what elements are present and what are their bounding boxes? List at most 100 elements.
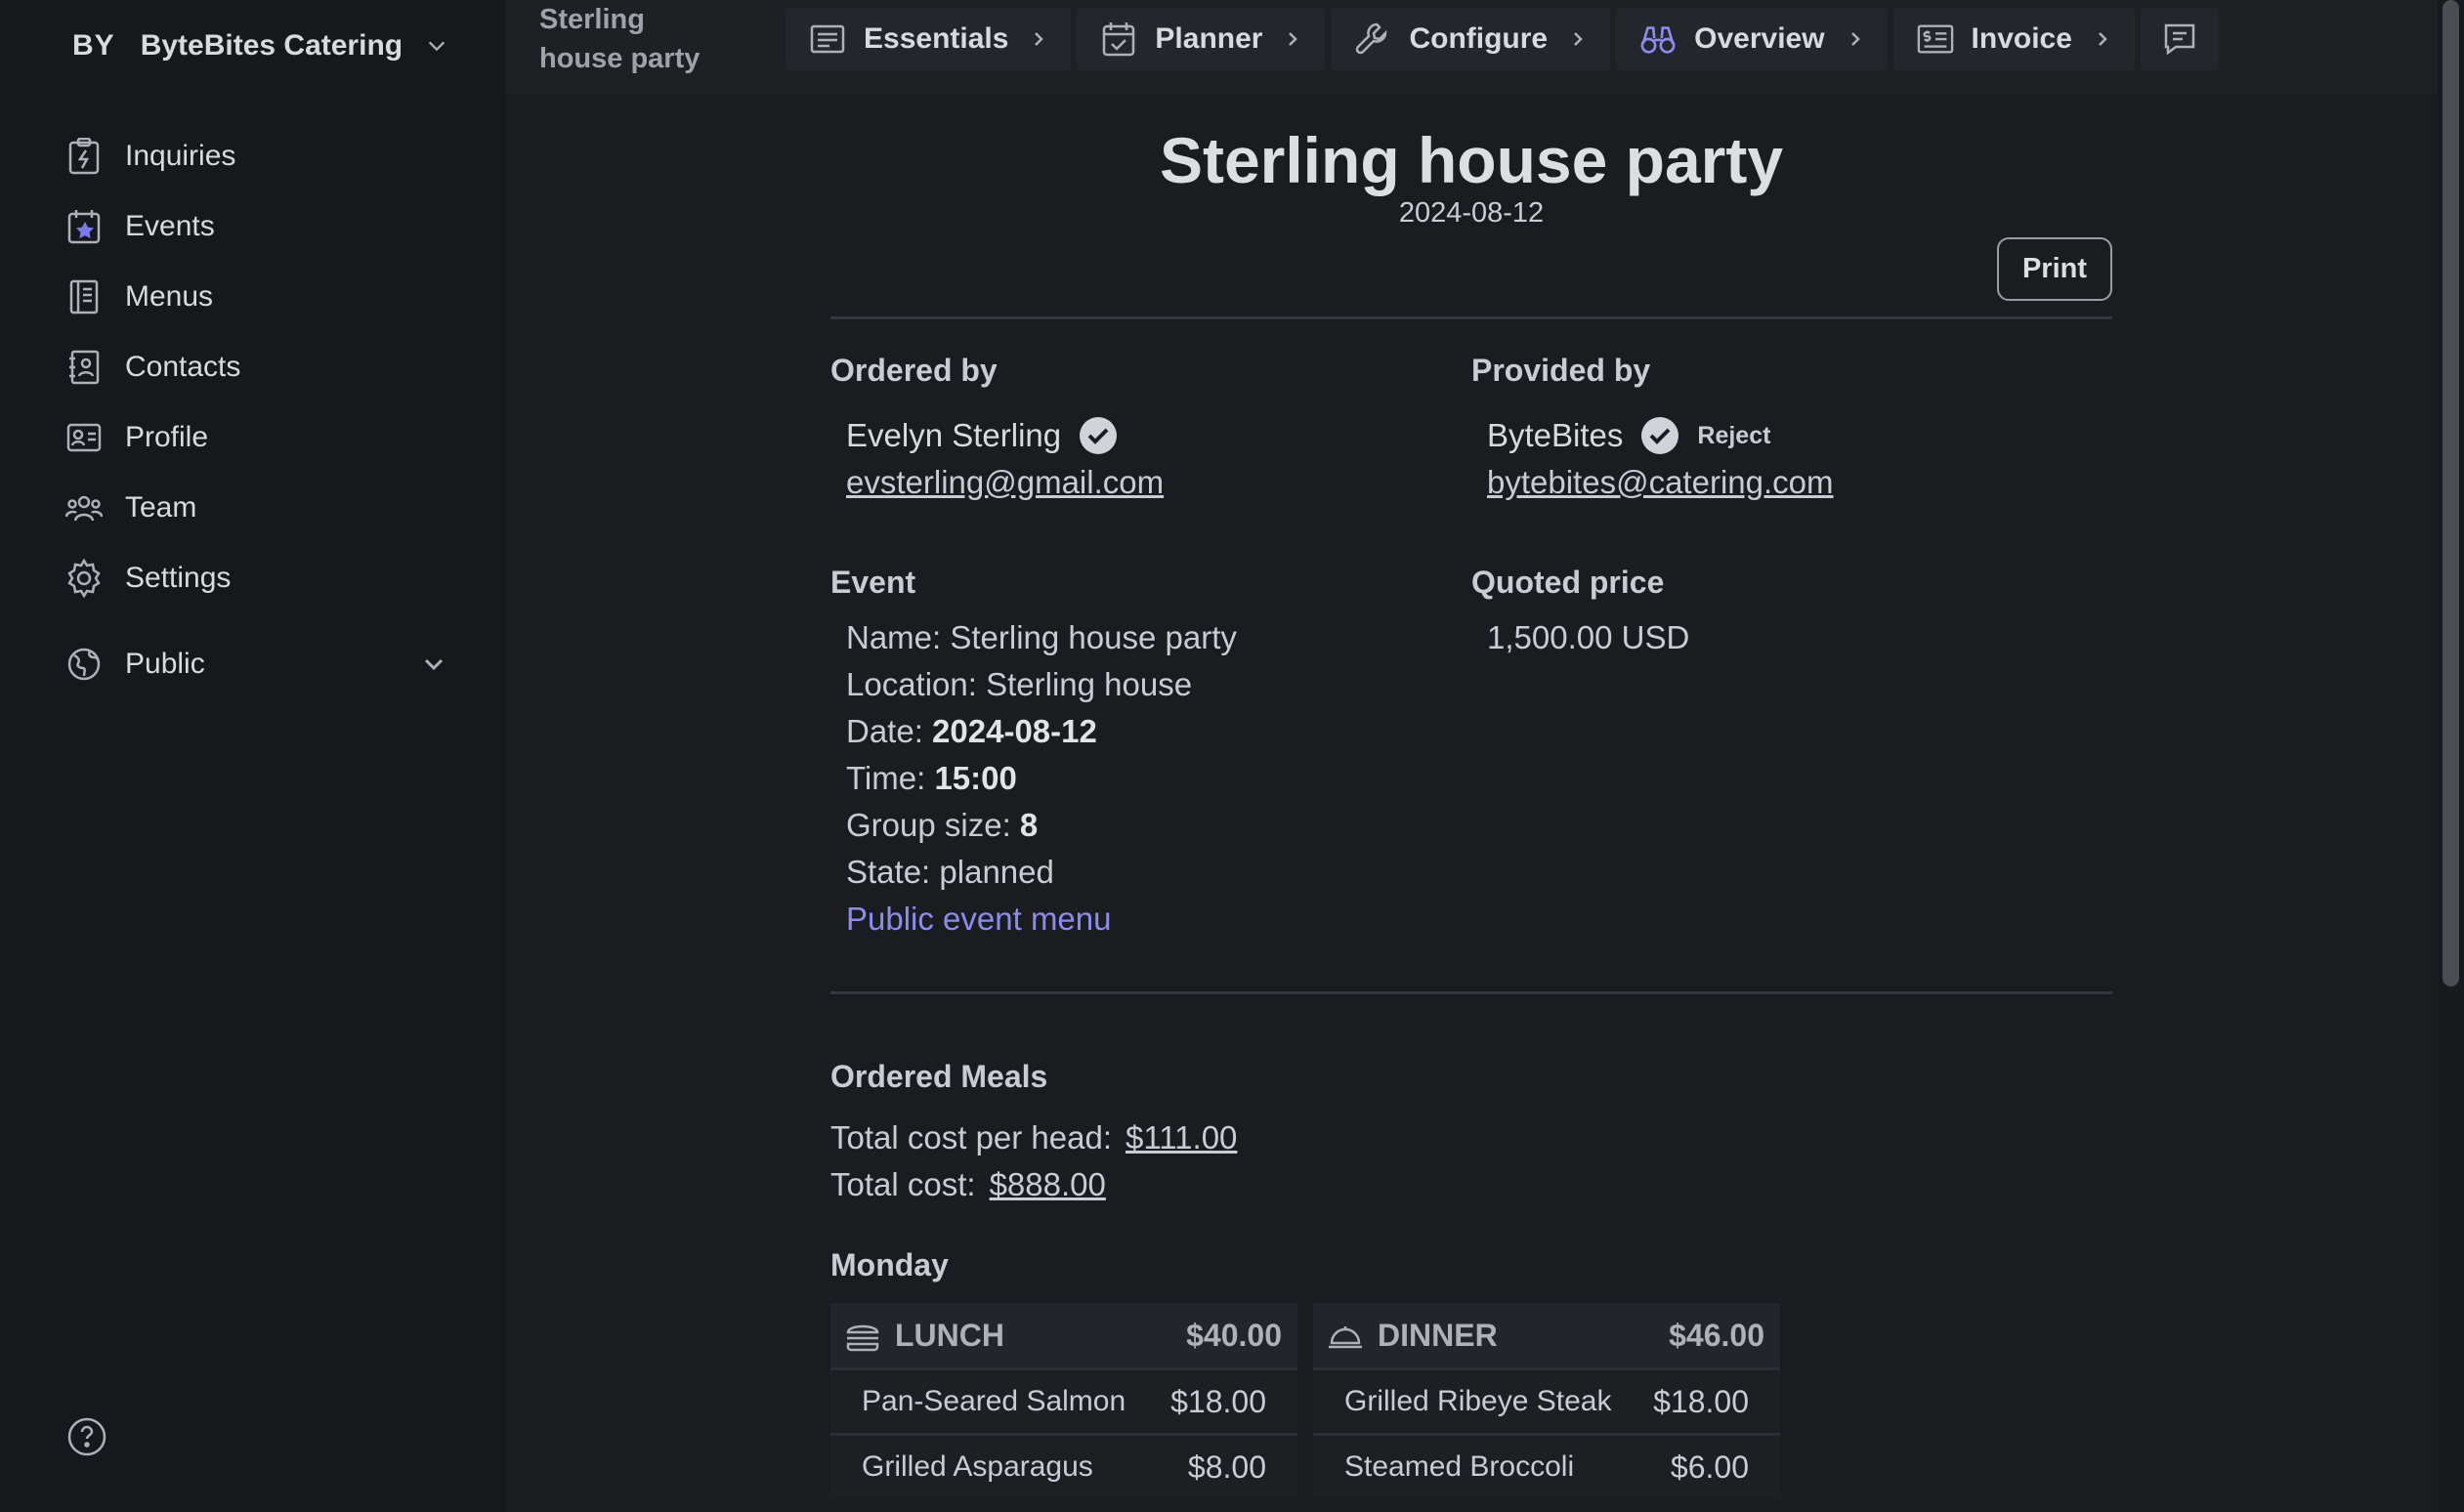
print-button[interactable]: Print (1996, 237, 2112, 301)
tab-label: Invoice (1971, 22, 2072, 55)
verified-check-icon (1641, 417, 1679, 454)
invoice-icon (1917, 21, 1954, 58)
event-date-row: Date: 2024-08-12 (846, 713, 1097, 749)
provided-by-label: Provided by (1471, 353, 1651, 388)
meal-label: DINNER (1378, 1317, 1498, 1353)
sidebar-item-events[interactable]: Events (64, 191, 446, 262)
gear-icon (64, 559, 104, 598)
sidebar-item-label: Menus (125, 280, 214, 313)
chevron-right-icon (1574, 32, 1583, 46)
top-bar: Sterling house party Essentials Planner … (506, 0, 2438, 94)
tab-overview[interactable]: Overview (1616, 8, 1888, 70)
sidebar-item-contacts[interactable]: Contacts (64, 332, 446, 402)
cost-per-head-value[interactable]: $111.00 (1126, 1119, 1237, 1155)
sidebar-item-team[interactable]: Team (64, 473, 446, 543)
sidebar-item-label: Public (125, 648, 205, 680)
list-item: Steamed Broccoli $6.00 (1313, 1433, 1780, 1498)
meal-card-dinner: DINNER $46.00 Grilled Ribeye Steak $18.00… (1313, 1303, 1780, 1498)
breadcrumb[interactable]: Sterling house party (539, 0, 735, 78)
event-label: Event (830, 565, 916, 600)
sidebar-item-menus[interactable]: Menus (64, 262, 446, 332)
contacts-icon (64, 348, 104, 387)
globe-icon (64, 645, 104, 684)
ordered-meals-title: Ordered Meals (830, 1059, 1048, 1094)
tab-essentials[interactable]: Essentials (786, 8, 1072, 70)
orderer-name: Evelyn Sterling (846, 417, 1062, 453)
page-subtitle-date: 2024-08-12 (1398, 197, 1545, 229)
binoculars-icon (1639, 21, 1677, 58)
page-title: Sterling house party (1159, 124, 1784, 196)
sidebar-item-settings[interactable]: Settings (64, 543, 446, 613)
provider-email-link[interactable]: bytebites@catering.com (1487, 459, 2112, 506)
event-group-size-row: Group size: 8 (846, 807, 1039, 843)
divider (830, 316, 2112, 319)
reject-button[interactable]: Reject (1697, 412, 1770, 459)
meal-totals: Total cost per head: $111.00 Total cost: $… (830, 1114, 2112, 1208)
sidebar: BY ByteBites Catering Inquiries Events M… (0, 0, 506, 1512)
meal-card-lunch: LUNCH $40.00 Pan-Seared Salmon $18.00 Gri… (830, 1303, 1297, 1498)
quoted-price-label: Quoted price (1471, 565, 1665, 600)
org-abbr: BY (72, 29, 115, 62)
sidebar-item-label: Profile (125, 421, 209, 453)
book-icon (64, 277, 104, 316)
sidebar-nav: Inquiries Events Menus Contacts Profile (64, 121, 446, 699)
meal-price: $40.00 (1186, 1317, 1282, 1353)
chevron-down-icon (428, 41, 446, 52)
wrench-icon (1354, 21, 1391, 58)
tab-label: Configure (1409, 22, 1549, 55)
cloche-icon (1329, 1326, 1362, 1349)
sidebar-item-inquiries[interactable]: Inquiries (64, 121, 446, 191)
meal-price: $46.00 (1669, 1317, 1764, 1353)
ordered-by-section: Ordered by Evelyn Sterling evsterling@gm… (830, 353, 1471, 943)
quoted-price-value: 1,500.00 USD (1487, 619, 1690, 655)
clipboard-icon (64, 137, 104, 176)
orderer-email-link[interactable]: evsterling@gmail.com (846, 459, 1471, 506)
team-icon (64, 488, 104, 527)
sidebar-item-label: Team (125, 491, 197, 524)
total-cost-row: Total cost: $888.00 (830, 1166, 1106, 1202)
provided-by-section: Provided by ByteBites Reject bytebites@c… (1471, 353, 2112, 943)
verified-check-icon (1080, 417, 1118, 454)
step-tabs: Essentials Planner Configure Overview In… (786, 8, 2219, 70)
help-icon[interactable] (66, 1416, 107, 1457)
sidebar-item-profile[interactable]: Profile (64, 402, 446, 473)
sidebar-item-label: Contacts (125, 351, 241, 383)
day-heading: Monday (830, 1247, 949, 1282)
list-item: Grilled Asparagus $8.00 (830, 1433, 1297, 1498)
calendar-star-icon (64, 207, 104, 246)
meal-label: LUNCH (895, 1317, 1004, 1353)
event-location-row: Location: Sterling house (846, 666, 1193, 702)
chevron-right-icon (1289, 32, 1298, 46)
public-event-menu-link[interactable]: Public event menu (846, 896, 1471, 943)
chevron-down-icon[interactable] (422, 652, 446, 676)
sidebar-item-label: Inquiries (125, 140, 236, 172)
cost-per-head-row: Total cost per head: $111.00 (830, 1119, 1238, 1155)
tab-configure[interactable]: Configure (1331, 8, 1611, 70)
burger-icon (846, 1324, 879, 1352)
meal-grid: LUNCH $40.00 Pan-Seared Salmon $18.00 Gri… (830, 1303, 2112, 1498)
tab-chat[interactable] (2140, 8, 2219, 70)
scrollbar-thumb[interactable] (2443, 0, 2459, 987)
tab-planner[interactable]: Planner (1077, 8, 1326, 70)
event-name-row: Name: Sterling house party (846, 619, 1237, 655)
overview-content: Sterling house party 2024-08-12 Print Or… (830, 94, 2112, 1498)
chevron-right-icon (1035, 32, 1044, 46)
form-icon (809, 21, 846, 58)
calendar-check-icon (1100, 21, 1137, 58)
id-card-icon (64, 418, 104, 457)
chevron-right-icon (1850, 32, 1860, 46)
divider (830, 991, 2112, 994)
list-item: Grilled Ribeye Steak $18.00 (1313, 1367, 1780, 1433)
event-time-row: Time: 15:00 (846, 760, 1017, 796)
org-switcher[interactable]: BY ByteBites Catering (72, 29, 447, 63)
chevron-right-icon (2099, 32, 2107, 46)
sidebar-item-label: Settings (125, 562, 232, 594)
event-details: Name: Sterling house party Location: Ste… (846, 614, 1471, 943)
event-state-row: State: planned (846, 854, 1054, 890)
sidebar-item-public[interactable]: Public (64, 629, 446, 699)
tab-label: Overview (1694, 22, 1825, 55)
ordered-by-label: Ordered by (830, 353, 998, 388)
provider-name: ByteBites (1487, 417, 1624, 453)
total-cost-value[interactable]: $888.00 (990, 1166, 1106, 1202)
tab-invoice[interactable]: Invoice (1892, 8, 2135, 70)
